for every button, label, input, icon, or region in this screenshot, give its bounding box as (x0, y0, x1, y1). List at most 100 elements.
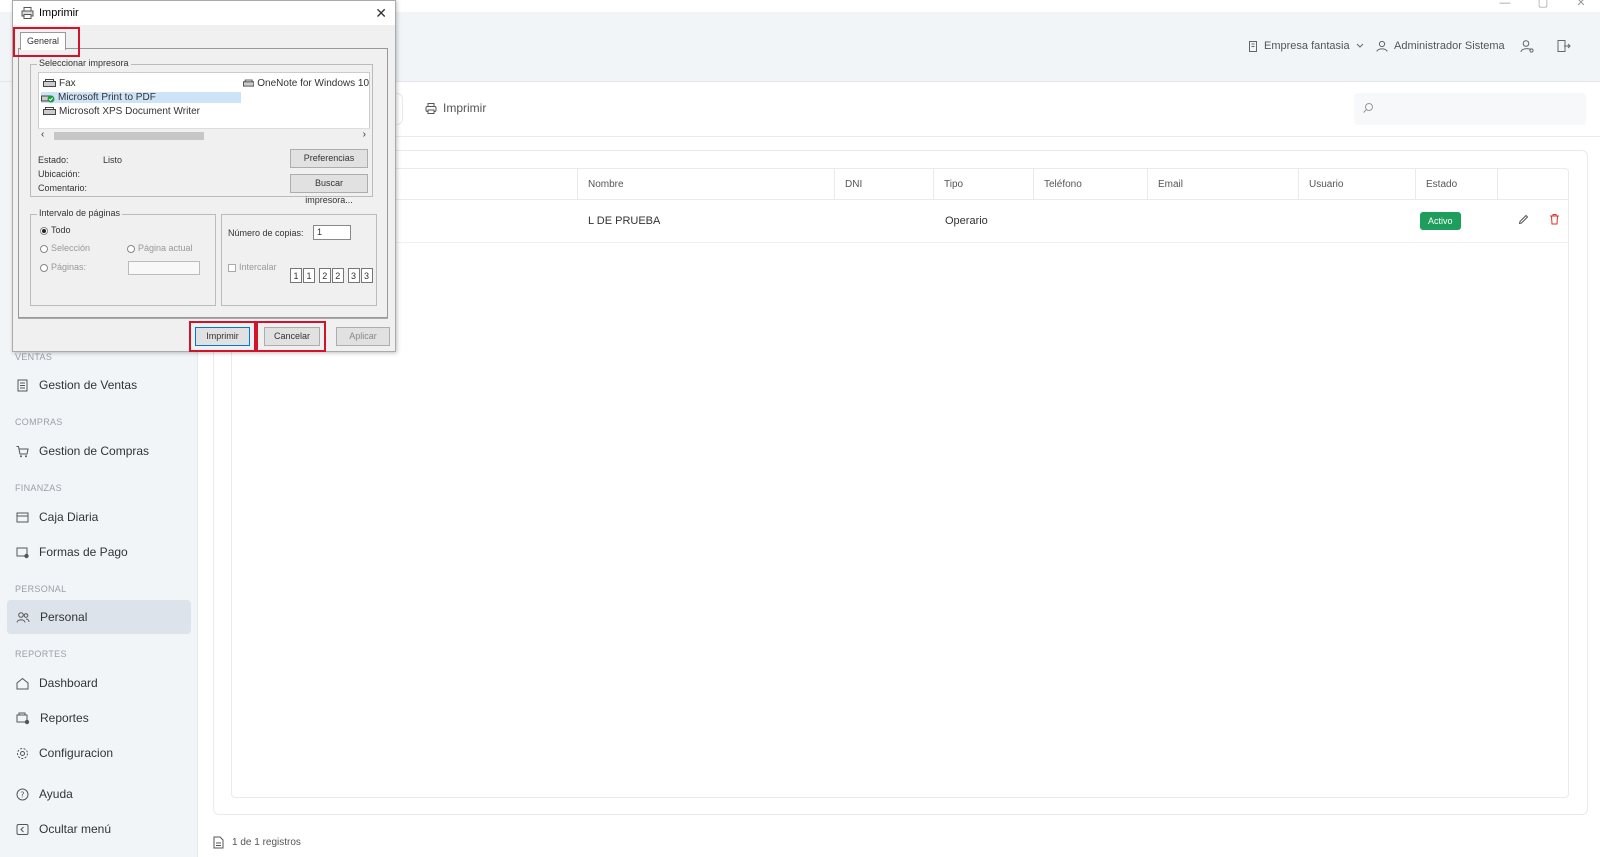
sidebar-item-label: Dashboard (39, 676, 98, 690)
personal-table: Nombre DNI Tipo Teléfono Email Usuario E… (231, 168, 1569, 798)
highlight-tab-general (13, 27, 80, 57)
printer-icon (43, 79, 56, 87)
dialog-separator (18, 318, 388, 319)
select-printer-label: Seleccionar impresora (37, 58, 131, 68)
user-name: Administrador Sistema (1394, 40, 1505, 52)
column-email[interactable]: Email (1147, 169, 1298, 200)
maximize-button[interactable]: ▢ (1524, 0, 1562, 10)
checkbox (228, 263, 236, 272)
sidebar-item-reportes[interactable]: Reportes (7, 701, 191, 735)
printer-icon (243, 79, 255, 87)
copies-input[interactable]: 1 (313, 225, 351, 240)
sidebar-item-dashboard[interactable]: Dashboard (7, 666, 191, 700)
radio-selected (40, 226, 48, 235)
print-label: Imprimir (443, 101, 487, 115)
user-settings-icon[interactable] (1520, 39, 1534, 53)
cell-tipo: Operario (945, 215, 988, 227)
sidebar-item-ocultar-menu[interactable]: Ocultar menú (7, 812, 191, 846)
column-tipo[interactable]: Tipo (933, 169, 1033, 200)
column-nombre[interactable]: Nombre (577, 169, 834, 200)
radio (40, 244, 48, 253)
table-footer: 1 de 1 registros (213, 836, 301, 849)
gear-icon (17, 747, 28, 759)
reports-icon (16, 712, 30, 724)
people-icon (16, 611, 30, 623)
range-pages-option: Páginas: (40, 262, 86, 272)
delete-icon[interactable] (1549, 213, 1560, 225)
scroll-right-arrow[interactable]: › (363, 129, 366, 140)
sidebar-item-label: Configuracion (39, 746, 114, 760)
sidebar-item-label: Formas de Pago (39, 545, 128, 559)
table-row[interactable]: L DE PRUEBA Operario Activo (232, 200, 1568, 243)
sidebar-item-label: Ayuda (39, 787, 73, 801)
user-menu[interactable]: Administrador Sistema (1376, 40, 1505, 52)
estado-value: Listo (103, 155, 123, 165)
status-badge: Activo (1420, 212, 1461, 230)
printer-list-scrollbar[interactable]: ‹ › (38, 128, 370, 142)
preferences-button[interactable]: Preferencias (290, 149, 368, 168)
sidebar-item-caja-diaria[interactable]: Caja Diaria (7, 500, 191, 534)
range-current-option: Página actual (127, 243, 193, 253)
page-range-label: Intervalo de páginas (37, 208, 123, 218)
pages-input (128, 261, 200, 275)
printer-icon (43, 107, 56, 115)
column-telefono[interactable]: Teléfono (1033, 169, 1147, 200)
records-count: 1 de 1 registros (232, 837, 301, 848)
logout-icon[interactable] (1557, 39, 1571, 53)
sidebar-item-label: Gestion de Ventas (39, 378, 138, 392)
estado-label: Estado: (38, 155, 69, 165)
radio (40, 263, 48, 272)
cart-icon (16, 445, 29, 457)
ubicacion-label: Ubicación: (38, 169, 81, 179)
user-icon (1376, 40, 1388, 52)
sidebar-item-label: Gestion de Compras (39, 444, 150, 458)
range-selection-option: Selección (40, 243, 90, 253)
dialog-close-button[interactable]: ✕ (375, 5, 387, 22)
section-title-ventas: VENTAS (15, 352, 53, 362)
column-estado[interactable]: Estado (1415, 169, 1497, 200)
sidebar-item-gestion-compras[interactable]: Gestion de Compras (7, 434, 191, 468)
print-button[interactable]: Imprimir (425, 101, 486, 115)
document-icon (213, 836, 224, 849)
collate-checkbox: Intercalar (228, 262, 277, 272)
printer-item-xps[interactable]: Microsoft XPS Document Writer (43, 106, 200, 117)
printer-item-onenote[interactable]: OneNote for Windows 10 (243, 78, 369, 89)
default-printer-icon (41, 95, 55, 102)
column-usuario[interactable]: Usuario (1298, 169, 1415, 200)
dialog-apply-button: Aplicar (336, 327, 390, 346)
sidebar-item-configuracion[interactable]: Configuracion (7, 736, 191, 770)
sidebar-item-formas-pago[interactable]: Formas de Pago (7, 535, 191, 569)
radio (127, 244, 135, 253)
column-actions (1497, 169, 1569, 200)
section-title-compras: COMPRAS (15, 417, 63, 427)
window-controls: — ▢ ✕ (1486, 0, 1600, 10)
sidebar-item-ayuda[interactable]: ? Ayuda (7, 777, 191, 811)
minimize-button[interactable]: — (1486, 0, 1524, 10)
edit-icon[interactable] (1518, 214, 1529, 225)
close-window-button[interactable]: ✕ (1562, 0, 1600, 10)
collate-preview-icon: 11 22 33 (290, 268, 374, 283)
find-printer-button[interactable]: Buscar impresora... (290, 174, 368, 205)
sidebar-item-gestion-ventas[interactable]: Gestion de Ventas (7, 368, 191, 402)
company-selector[interactable]: Empresa fantasia (1248, 40, 1364, 52)
range-all-option[interactable]: Todo (40, 225, 71, 235)
search-input[interactable] (1354, 93, 1586, 125)
collapse-menu-icon (16, 823, 29, 835)
copies-label: Número de copias: (228, 228, 304, 238)
printer-icon (425, 102, 437, 114)
printer-item-print-to-pdf[interactable]: Microsoft Print to PDF (41, 92, 241, 103)
section-title-personal: PERSONAL (15, 584, 67, 594)
document-list-icon (17, 379, 28, 391)
scrollbar-thumb[interactable] (54, 132, 204, 140)
scroll-left-arrow[interactable]: ‹ (41, 129, 44, 140)
sidebar-item-label: Ocultar menú (39, 822, 112, 836)
column-dni[interactable]: DNI (834, 169, 933, 200)
highlight-print-button (189, 321, 256, 352)
svg-text:?: ? (20, 790, 24, 799)
payment-methods-icon (16, 547, 29, 558)
dialog-title: Imprimir (39, 7, 79, 19)
printer-item-fax[interactable]: Fax (43, 78, 76, 89)
sidebar-item-label: Reportes (40, 711, 89, 725)
sidebar-item-personal[interactable]: Personal (7, 600, 191, 634)
comentario-label: Comentario: (38, 183, 88, 193)
